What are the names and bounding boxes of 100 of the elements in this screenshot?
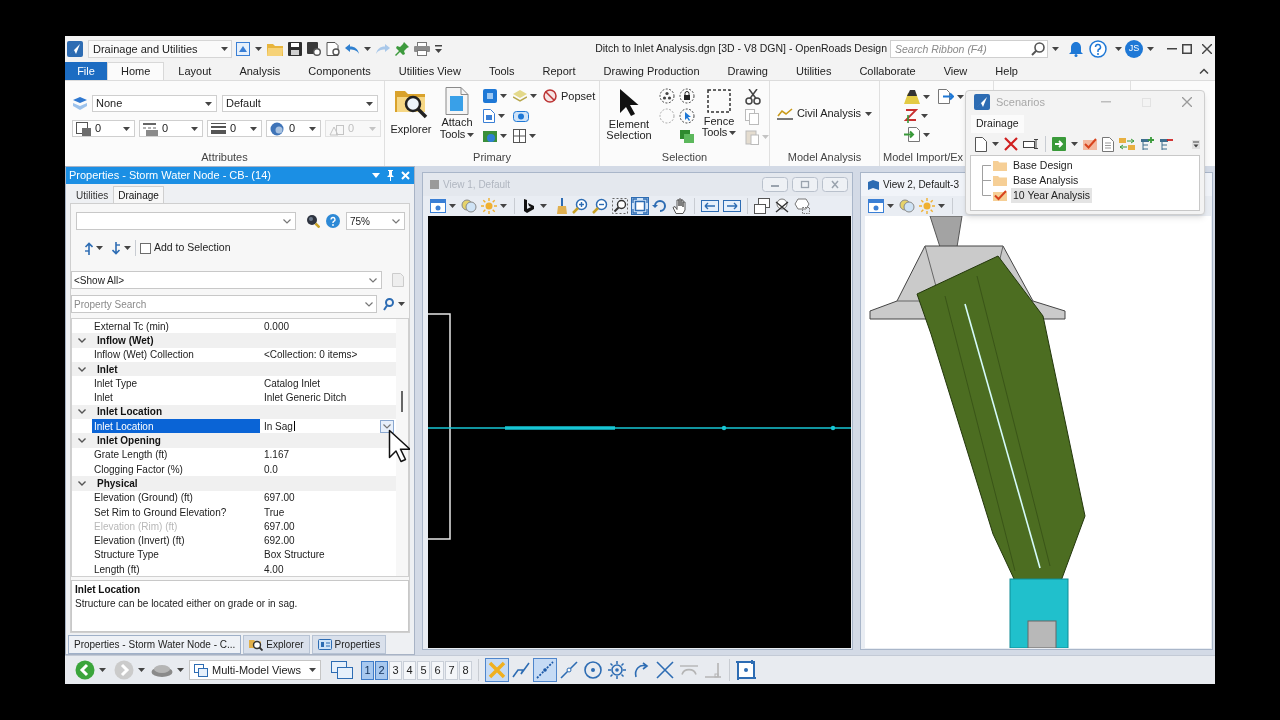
- info-icon[interactable]: [513, 109, 529, 122]
- caret-icon[interactable]: [498, 113, 505, 118]
- ribbon-tab[interactable]: Home: [107, 62, 165, 80]
- window-area-button[interactable]: [611, 197, 629, 215]
- user-avatar[interactable]: JS: [1125, 40, 1143, 58]
- undo-icon[interactable]: [345, 44, 359, 54]
- close-icon[interactable]: [1202, 44, 1212, 54]
- caret-icon[interactable]: [99, 668, 106, 672]
- copy-view-button[interactable]: [753, 197, 771, 215]
- maximize-icon[interactable]: [1182, 44, 1192, 54]
- document-icon[interactable]: [483, 108, 495, 123]
- dropdown-icon[interactable]: [372, 173, 380, 178]
- help-icon[interactable]: [326, 214, 340, 228]
- image-icon[interactable]: [483, 128, 497, 143]
- caret-icon[interactable]: [255, 47, 262, 51]
- check-icon[interactable]: [1083, 138, 1097, 150]
- ribbon-tab[interactable]: Analysis: [225, 62, 295, 80]
- ribbon-tab[interactable]: View: [929, 62, 982, 80]
- property-name[interactable]: Grate Length (ft): [92, 447, 260, 462]
- caret-icon[interactable]: [1071, 142, 1078, 146]
- view-attributes-button[interactable]: [867, 197, 885, 215]
- property-name[interactable]: Inlet: [92, 390, 260, 405]
- category-row[interactable]: Inlet Opening: [72, 433, 396, 448]
- square-target-button[interactable]: [734, 658, 758, 682]
- level-dropdown[interactable]: None: [92, 95, 217, 112]
- ribbon-tab[interactable]: Drawing Production: [589, 62, 714, 80]
- scissors-icon[interactable]: [745, 89, 761, 105]
- caret-icon[interactable]: [887, 204, 894, 208]
- view-number-button[interactable]: 4: [403, 660, 416, 680]
- document-settings-icon[interactable]: [326, 42, 340, 56]
- panel-tab[interactable]: Utilities: [71, 186, 114, 203]
- clip-volume-button[interactable]: [773, 197, 791, 215]
- dotted-circle-icon[interactable]: [659, 88, 675, 104]
- caret-icon[interactable]: [992, 142, 999, 146]
- export-icon[interactable]: [938, 89, 954, 104]
- ribbon-tab[interactable]: Utilities: [781, 62, 846, 80]
- printer-icon[interactable]: [414, 42, 430, 56]
- workflow-dropdown[interactable]: Drainage and Utilities: [88, 40, 232, 58]
- next-view-button[interactable]: [722, 197, 742, 215]
- ribbon-tab[interactable]: Drawing: [713, 62, 782, 80]
- delete-icon[interactable]: [1004, 137, 1018, 151]
- model-icon[interactable]: [236, 42, 250, 56]
- ribbon-tab[interactable]: Layout: [164, 62, 226, 80]
- windows-icon[interactable]: [331, 661, 353, 679]
- caret-icon[interactable]: [923, 94, 930, 99]
- caret-icon[interactable]: [364, 47, 371, 51]
- select-previous-icon[interactable]: [84, 241, 93, 255]
- category-row[interactable]: Inlet Location: [72, 404, 396, 420]
- property-name[interactable]: Inlet Location: [92, 419, 260, 434]
- dotted-circle-icon[interactable]: [659, 108, 675, 124]
- checkbox[interactable]: [140, 242, 151, 254]
- save-settings-icon[interactable]: [307, 42, 321, 56]
- property-name[interactable]: Inflow (Wet) Collection: [92, 347, 260, 362]
- level-display-icon[interactable]: [72, 97, 88, 110]
- category-row[interactable]: Inflow (Wet): [72, 333, 396, 348]
- model-views-dropdown[interactable]: Multi-Model Views: [189, 660, 321, 680]
- category-row[interactable]: Inlet: [72, 361, 396, 377]
- scrollbar[interactable]: [396, 319, 408, 576]
- minimize-icon[interactable]: [1167, 48, 1177, 50]
- checkbox-label[interactable]: Add to Selection: [154, 240, 231, 256]
- ribbon-tab[interactable]: Components: [294, 62, 385, 80]
- overflow-icon[interactable]: [1192, 139, 1200, 149]
- stacked-squares-icon[interactable]: [679, 128, 695, 143]
- view-number-button[interactable]: 1: [361, 660, 374, 680]
- view-number-button[interactable]: 2: [375, 660, 388, 680]
- x-mark-button[interactable]: [485, 658, 509, 682]
- search-field[interactable]: Search Ribbon (F4): [890, 40, 1048, 58]
- category-row[interactable]: Physical: [72, 476, 396, 491]
- property-name[interactable]: Inlet Type: [92, 376, 260, 391]
- attribute-dropdown[interactable]: 0: [207, 120, 262, 137]
- scenario-item[interactable]: Base Design: [1011, 157, 1075, 174]
- arrow-box-icon[interactable]: [1052, 137, 1066, 151]
- popset-button[interactable]: Popset: [543, 87, 596, 105]
- select-next-icon[interactable]: [112, 241, 121, 255]
- customize-icon[interactable]: [435, 45, 442, 53]
- save-icon[interactable]: [288, 42, 302, 56]
- scenarios-tab[interactable]: Drainage: [971, 115, 1024, 133]
- pan-hand-button[interactable]: [671, 197, 689, 215]
- view-number-button[interactable]: 8: [459, 660, 472, 680]
- previous-view-button[interactable]: [700, 197, 720, 215]
- rename-icon[interactable]: [1023, 139, 1039, 149]
- pin-icon[interactable]: [395, 42, 409, 56]
- ribbon-tab[interactable]: Utilities View: [384, 62, 475, 80]
- zoom-dropdown[interactable]: 75%: [346, 212, 405, 230]
- panel-tab[interactable]: Drainage: [113, 186, 164, 203]
- caret-icon[interactable]: [1115, 47, 1122, 51]
- caret-icon[interactable]: [529, 133, 536, 138]
- property-name[interactable]: Set Rim to Ground Elevation?: [92, 504, 260, 520]
- property-name[interactable]: Structure Type: [92, 547, 260, 563]
- caret-icon[interactable]: [500, 93, 507, 98]
- panel-tab[interactable]: Properties: [311, 635, 387, 654]
- app-logo-icon[interactable]: [67, 41, 83, 57]
- clip-mask-button[interactable]: [793, 197, 811, 215]
- caret-icon[interactable]: [96, 246, 103, 250]
- caret-icon[interactable]: [124, 246, 131, 250]
- grid-icon[interactable]: [513, 128, 526, 143]
- element-selection-button[interactable]: Element Selection: [603, 87, 655, 141]
- style-dropdown[interactable]: Default: [222, 95, 378, 112]
- new-document-icon[interactable]: [975, 136, 987, 152]
- help-icon[interactable]: [1089, 40, 1107, 58]
